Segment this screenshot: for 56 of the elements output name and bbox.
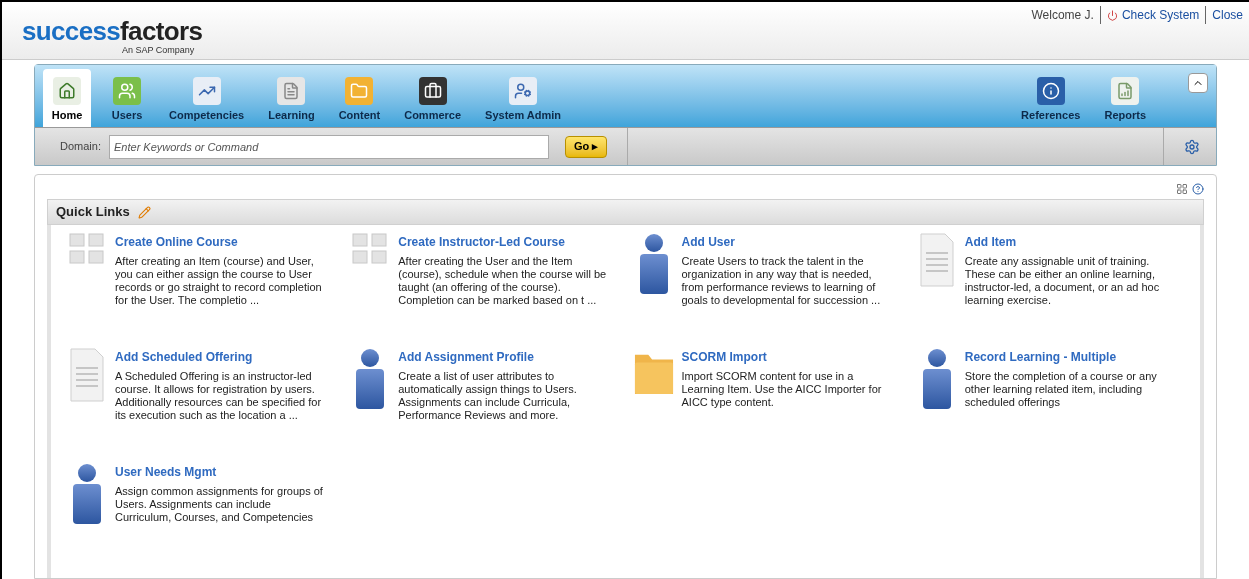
grid-icon: [69, 233, 105, 265]
settings-icon[interactable]: [1184, 138, 1200, 155]
link-description: Assign common assignments for groups of Users. Assignments can include Curriculum, Courses, and Competencies: [115, 485, 324, 524]
grid-icon: [352, 233, 389, 265]
nav-tab[interactable]: Commerce: [398, 69, 468, 127]
nav-tab[interactable]: Reports: [1098, 69, 1152, 127]
quick-link[interactable]: Add Item: [964, 233, 1176, 251]
domain-label: Domain:: [59, 139, 101, 155]
document-icon: [277, 76, 306, 105]
nav-tab[interactable]: Home: [43, 69, 91, 127]
panel-title: Quick Links: [56, 203, 130, 222]
search-field[interactable]: Enter Keywords or Command: [109, 134, 549, 159]
nav-tab[interactable]: References: [1015, 69, 1087, 127]
go-button[interactable]: Go ▸: [565, 135, 608, 158]
briefcase-icon: [418, 76, 447, 105]
link-description: Import SCORM content for use in a Learning Item. Use the AICC Importer for AICC type content.: [681, 370, 883, 409]
quick-link[interactable]: Add User: [681, 233, 893, 251]
quick-link[interactable]: Record Learning - Multiple: [964, 348, 1176, 366]
collapse-button[interactable]: [1188, 73, 1208, 93]
user-gear-icon: [509, 76, 538, 105]
document-icon: [919, 233, 954, 287]
quick-link[interactable]: Add Scheduled Offering: [115, 348, 327, 366]
link-description: Store the completion of a course or any other learning related item, including scheduled offerings: [964, 370, 1158, 409]
folder-icon: [345, 76, 374, 105]
header-link[interactable]: Check System: [1121, 6, 1200, 24]
link-description: Create a list of user attributes to automatically assign things to Users. Assignments can include Curricula, Performance Reviews and more.: [398, 370, 578, 422]
chart-icon: [192, 76, 221, 105]
link-description: After creating the User and the Item (course), schedule when the course will be taught (an offering of the course). Completion can be marked based on t ...: [398, 255, 608, 307]
link-description: Create Users to track the talent in the organization in any way that is needed, from performance reviews to learning of goals to developmental for succession ...: [681, 255, 882, 307]
quick-link[interactable]: Add Assignment Profile: [398, 348, 610, 366]
link-description: Create any assignable unit of training. These can be either an online learning, instructor-led, a document, or an ad hoc learning exercise.: [964, 255, 1161, 307]
nav-tab[interactable]: Content: [332, 69, 387, 127]
nav-tab[interactable]: Learning: [262, 69, 321, 127]
link-description: A Scheduled Offering is an instructor-led course. It allows for registration by users. Additionally resources can be specified for its execution such as the location a ...: [115, 370, 323, 422]
document-icon: [70, 348, 104, 402]
logo: successfactors: [22, 18, 203, 44]
header-link[interactable]: Close: [1212, 6, 1243, 24]
person-icon: [70, 463, 104, 525]
pencil-icon[interactable]: [137, 205, 151, 219]
quick-link[interactable]: User Needs Mgmt: [115, 463, 327, 481]
nav-tab[interactable]: System Admin: [479, 69, 568, 127]
welcome-text: Welcome J.: [1031, 7, 1094, 24]
info-icon: [1036, 76, 1065, 105]
quick-link[interactable]: SCORM Import: [681, 348, 893, 366]
link-description: After creating an Item (course) and User, you can either assign the course to User records or go straight to record completion for the User. The completio ...: [115, 255, 323, 307]
help-icon[interactable]: [1192, 183, 1204, 195]
logo-tagline: An SAP Company: [121, 44, 195, 57]
quick-link[interactable]: Create Instructor-Led Course: [398, 233, 610, 251]
people-icon: [113, 76, 141, 105]
power-icon: [1106, 9, 1118, 21]
report-icon: [1111, 76, 1140, 105]
quick-link[interactable]: Create Online Course: [115, 233, 327, 251]
nav-tab[interactable]: Competencies: [163, 69, 251, 127]
nav-tab[interactable]: Users: [103, 69, 151, 127]
house-icon: [53, 76, 81, 105]
layout-icon[interactable]: [1176, 183, 1188, 195]
